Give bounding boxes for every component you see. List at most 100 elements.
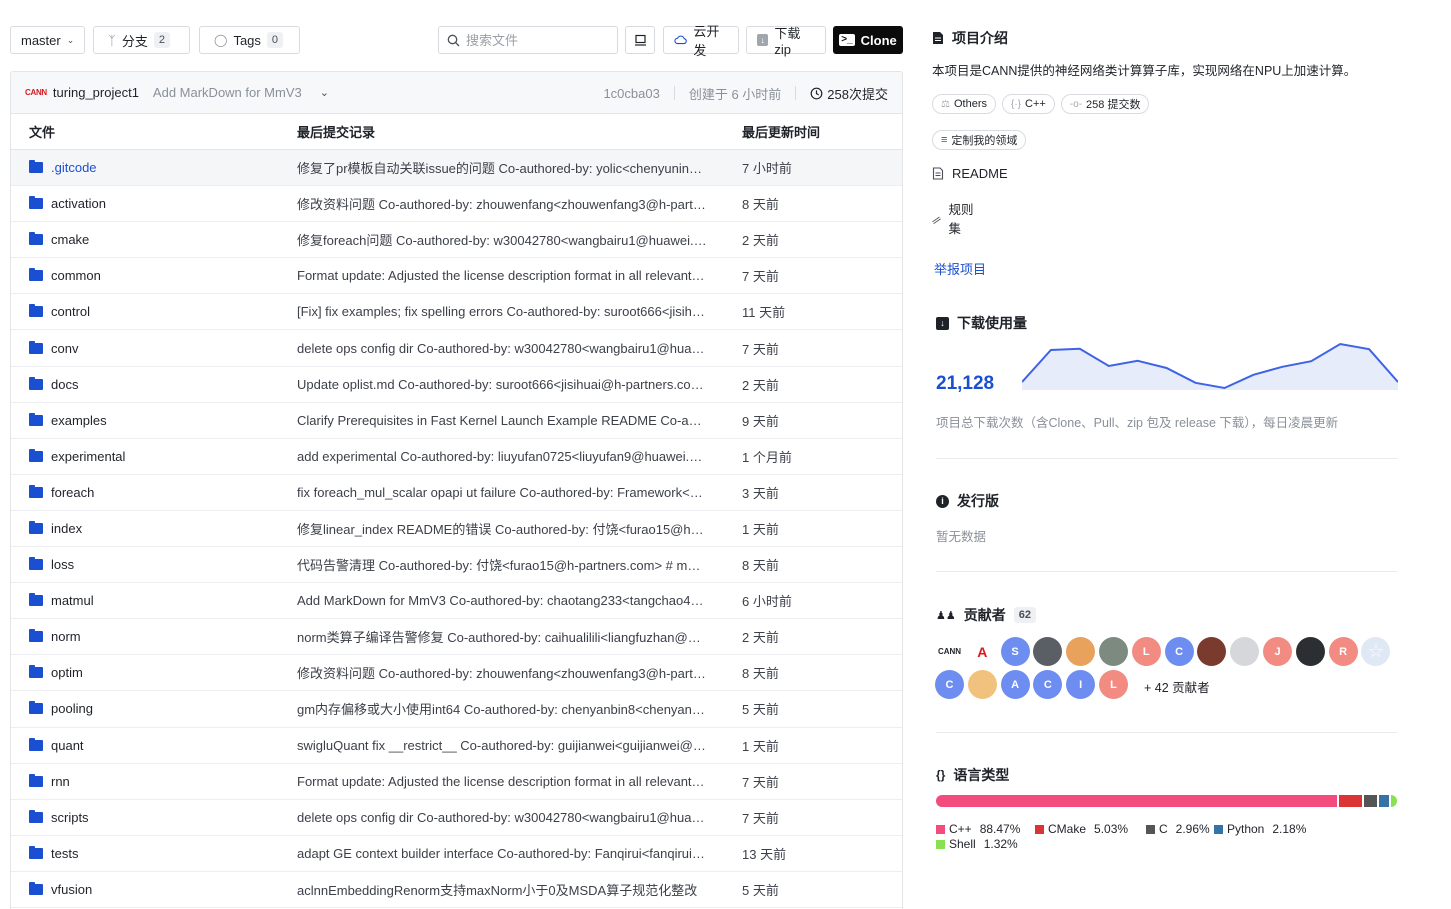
file-name-link[interactable]: rnn <box>51 774 70 789</box>
file-row[interactable]: activation 修改资料问题 Co-authored-by: zhouwen… <box>11 186 902 223</box>
commit-message-link[interactable]: swigluQuant fix __restrict__ Co-authored… <box>297 738 707 753</box>
file-row[interactable]: rnn Format update: Adjusted the license d… <box>11 764 902 800</box>
file-name-link[interactable]: common <box>51 268 101 283</box>
commit-message-link[interactable]: gm内存偏移或大小使用int64 Co-authored-by: chenyan… <box>297 699 707 718</box>
file-row[interactable]: cmake 修复foreach问题 Co-authored-by: w300427… <box>11 222 902 259</box>
contributor-avatar[interactable]: ☆ <box>1361 637 1391 666</box>
file-row[interactable]: index 修复linear_index README的错误 Co-authore… <box>11 511 902 548</box>
commit-message-link[interactable]: Add MarkDown for MmV3 Co-authored-by: ch… <box>297 593 707 608</box>
file-row[interactable]: quant swigluQuant fix __restrict__ Co-aut… <box>11 728 902 764</box>
commit-message-link[interactable]: adapt GE context builder interface Co-au… <box>297 846 707 861</box>
contributor-avatar[interactable]: I <box>1066 670 1096 699</box>
file-row[interactable]: common Format update: Adjusted the licens… <box>11 258 902 295</box>
contributor-avatar[interactable]: C <box>1164 637 1194 666</box>
file-name-link[interactable]: examples <box>51 413 107 428</box>
file-name-link[interactable]: conv <box>51 341 78 356</box>
file-name-link[interactable]: activation <box>51 196 106 211</box>
file-row[interactable]: control [Fix] fix examples; fix spelling … <box>11 294 902 331</box>
file-name-link[interactable]: tests <box>51 846 78 861</box>
commit-message-link[interactable]: delete ops config dir Co-authored-by: w3… <box>297 341 707 356</box>
commit-message-link[interactable]: delete ops config dir Co-authored-by: w3… <box>297 810 707 825</box>
contributor-avatar[interactable]: L <box>1099 670 1128 699</box>
search-input[interactable] <box>466 32 606 48</box>
download-zip-button[interactable]: ↓ 下载zip <box>746 26 826 57</box>
contributor-avatar[interactable] <box>1066 637 1096 666</box>
tags-button[interactable]: ◯ Tags 0 <box>199 26 300 54</box>
commit-message-link[interactable]: norm类算子编译告警修复 Co-authored-by: caihualili… <box>297 627 707 646</box>
file-name-link[interactable]: index <box>51 521 82 536</box>
contributor-avatar[interactable] <box>1295 637 1325 666</box>
contributor-avatar[interactable] <box>1099 637 1128 666</box>
commit-message-link[interactable]: 修改资料问题 Co-authored-by: zhouwenfang<zhouw… <box>297 663 707 682</box>
topic-tag-commits[interactable]: -o- 258 提交数 <box>1060 94 1150 114</box>
commit-hash[interactable]: 1c0cba03 <box>603 86 659 101</box>
file-row[interactable]: experimental add experimental Co-authored… <box>11 439 902 475</box>
file-row[interactable]: optim 修改资料问题 Co-authored-by: zhouwenfang<… <box>11 655 902 692</box>
file-name-link[interactable]: optim <box>51 665 83 680</box>
file-row[interactable]: .gitcode 修复了pr模板自动关联issue的问题 Co-authored-… <box>11 150 902 187</box>
file-row[interactable]: foreach fix foreach_mul_scalar opapi ut f… <box>11 475 902 511</box>
commit-message-link[interactable]: [Fix] fix examples; fix spelling errors … <box>297 304 707 319</box>
file-name-link[interactable]: loss <box>51 557 74 572</box>
readme-link[interactable]: README <box>932 166 1008 181</box>
commit-message-link[interactable]: fix foreach_mul_scalar opapi ut failure … <box>297 485 707 500</box>
commit-message-link[interactable]: 修复了pr模板自动关联issue的问题 Co-authored-by: yoli… <box>297 158 707 177</box>
contributor-avatar[interactable]: J <box>1263 637 1292 666</box>
commit-message[interactable]: Add MarkDown for MmV3 <box>153 85 302 100</box>
contributor-avatar[interactable] <box>1197 637 1227 666</box>
topic-tag-others[interactable]: ⚖ Others <box>932 94 996 114</box>
file-name-link[interactable]: vfusion <box>51 882 92 897</box>
desktop-button[interactable] <box>625 26 655 54</box>
commit-message-link[interactable]: 修复foreach问题 Co-authored-by: w30042780<wa… <box>297 230 707 249</box>
file-name-link[interactable]: control <box>51 304 90 319</box>
commits-link[interactable]: 258次提交 <box>810 84 888 103</box>
contributor-avatar[interactable]: C <box>1033 670 1063 699</box>
contributor-avatar[interactable]: R <box>1328 637 1358 666</box>
clone-button[interactable]: >_ Clone <box>833 26 903 54</box>
file-row[interactable]: conv delete ops config dir Co-authored-by… <box>11 330 902 367</box>
file-row[interactable]: tests adapt GE context builder interface … <box>11 836 902 872</box>
contributor-avatar[interactable]: L <box>1131 637 1161 666</box>
file-name-link[interactable]: foreach <box>51 485 94 500</box>
file-row[interactable]: matmul Add MarkDown for MmV3 Co-authored-… <box>11 583 902 620</box>
topic-tag-cpp[interactable]: {·} C++ <box>1001 94 1055 114</box>
cloud-dev-button[interactable]: 云开发 <box>663 24 739 58</box>
contributor-avatar[interactable]: S <box>1000 637 1030 666</box>
contributor-avatar[interactable] <box>1033 637 1063 666</box>
file-row[interactable]: loss 代码告警清理 Co-authored-by: 付饶<furao15@h-… <box>11 547 902 584</box>
rules-link[interactable]: ═ 规则 集 <box>929 201 974 239</box>
commit-message-link[interactable]: 修改资料问题 Co-authored-by: zhouwenfang<zhouw… <box>297 194 707 213</box>
commit-author[interactable]: turing_project1 <box>53 85 139 100</box>
commit-message-link[interactable]: Update oplist.md Co-authored-by: suroot6… <box>297 377 707 392</box>
file-name-link[interactable]: cmake <box>51 232 89 247</box>
commit-message-link[interactable]: Format update: Adjusted the license desc… <box>297 268 707 283</box>
file-row[interactable]: scripts delete ops config dir Co-authored… <box>11 800 902 836</box>
file-row[interactable]: examples Clarify Prerequisites in Fast Ke… <box>11 403 902 439</box>
file-row[interactable]: docs Update oplist.md Co-authored-by: sur… <box>11 367 902 403</box>
commit-message-link[interactable]: Format update: Adjusted the license desc… <box>297 774 707 789</box>
contributor-avatar[interactable]: A <box>1000 670 1030 699</box>
contributor-avatar[interactable] <box>967 670 997 699</box>
commit-message-link[interactable]: aclnnEmbeddingRenorm支持maxNorm小于0及MSDA算子规… <box>297 880 707 899</box>
file-name-link[interactable]: matmul <box>51 593 94 608</box>
commit-message-link[interactable]: add experimental Co-authored-by: liuyufa… <box>297 449 707 464</box>
file-row[interactable]: pooling gm内存偏移或大小使用int64 Co-authored-by: … <box>11 691 902 728</box>
commit-message-link[interactable]: Clarify Prerequisites in Fast Kernel Lau… <box>297 413 707 428</box>
file-name-link[interactable]: norm <box>51 629 81 644</box>
branch-select[interactable]: master ⌄ <box>10 26 85 54</box>
file-name-link[interactable]: scripts <box>51 810 89 825</box>
file-name-link[interactable]: pooling <box>51 701 93 716</box>
report-project-link[interactable]: 举报项目 <box>934 259 986 278</box>
contributor-avatar[interactable]: CANN <box>935 637 964 666</box>
commit-message-link[interactable]: 修复linear_index README的错误 Co-authored-by:… <box>297 519 707 538</box>
file-name-link[interactable]: .gitcode <box>51 160 97 175</box>
chevron-down-icon[interactable]: ⌄ <box>320 86 329 99</box>
contributor-avatar[interactable]: A <box>967 637 997 666</box>
more-contributors-link[interactable]: + 42 贡献者 <box>1144 677 1210 696</box>
branches-button[interactable]: ᛉ 分支 2 <box>93 26 190 54</box>
contributor-avatar[interactable]: C <box>935 670 964 699</box>
file-row[interactable]: norm norm类算子编译告警修复 Co-authored-by: caihua… <box>11 619 902 656</box>
custom-domain-button[interactable]: ≡ 定制我的领域 <box>932 130 1027 150</box>
file-name-link[interactable]: docs <box>51 377 78 392</box>
commit-message-link[interactable]: 代码告警清理 Co-authored-by: 付饶<furao15@h-part… <box>297 555 707 574</box>
